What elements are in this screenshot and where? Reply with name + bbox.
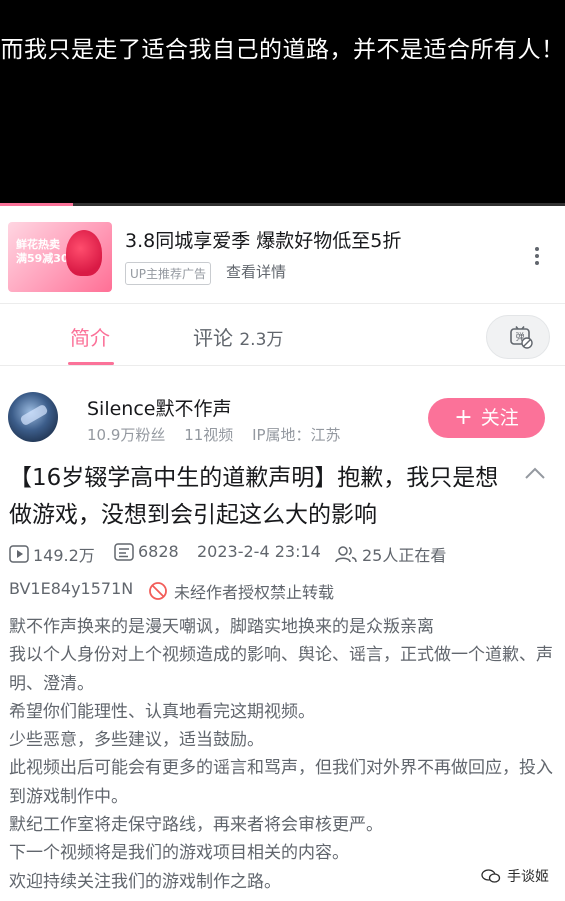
follow-button[interactable]: + 关注 [428,398,545,438]
views-stat: 149.2万 [9,542,95,566]
danmaku-count-icon [114,542,134,561]
description-line: 默不作声换来的是漫天嘲讽，脚踏实地换来的是众叛亲离 [9,617,434,637]
description-line: 此视频出后可能会有更多的谣言和骂声，但我们对外界不再做回应，投入到游戏制作中。 [9,758,553,807]
danmaku-off-icon: 弹 [510,326,533,349]
tab-intro[interactable]: 简介 [70,322,110,351]
ad-thumbnail[interactable]: 鲜花热卖 满59减30 [8,222,112,292]
no-repost-text: 未经作者授权禁止转载 [174,583,335,602]
watching-count: 25人正在看 [362,546,447,565]
avatar[interactable] [8,392,58,442]
tab-comments-label: 评论 [193,326,233,350]
tab-comments[interactable]: 评论 2.3万 [193,322,283,351]
watching-stat: 25人正在看 [334,542,446,566]
tab-active-indicator [68,362,114,365]
video-player[interactable]: 而我只是走了适合我自己的道路，并不是适合所有人！ [0,0,565,206]
people-icon [335,546,357,563]
flower-bouquet-image [66,230,102,276]
ad-banner[interactable]: 鲜花热卖 满59减30 3.8同城享爱季 爆款好物低至5折 UP主推荐广告 查看… [0,206,565,304]
content-tabs: 简介 评论 2.3万 弹 [0,304,565,366]
ad-details-link[interactable]: 查看详情 [226,261,286,282]
ad-title[interactable]: 3.8同城享爱季 爆款好物低至5折 [125,226,401,253]
ad-tag-badge: UP主推荐广告 [125,262,212,285]
chevron-up-icon[interactable] [524,466,546,480]
description-line: 默纪工作室将走保守路线，再来者将会审核更严。 [9,815,383,836]
watermark: 手谈姬 [477,864,553,888]
author-videos: 11视频 [184,426,234,444]
video-title: 【16岁辍学高中生的道歉声明】抱歉，我只是想做游戏，没想到会引起这么大的影响 [9,465,499,528]
author-meta: 10.9万粉丝 11视频 IP属地：江苏 [87,424,355,445]
danmaku-stat: 6828 [114,542,179,561]
wechat-icon [481,869,501,883]
more-vertical-icon[interactable] [527,244,547,268]
play-count-icon [9,545,29,563]
description-line: 希望你们能理性、认真地看完这期视频。 [9,701,315,722]
description-line: 欢迎持续关注我们的游戏制作之路。 [9,871,281,892]
description-line: 下一个视频将是我们的游戏项目相关的内容。 [9,843,349,864]
views-count: 149.2万 [33,546,95,565]
bvid: BV1E84y1571N [9,579,134,598]
danmaku-toggle-button[interactable]: 弹 [486,315,550,359]
ad-thumb-text: 鲜花热卖 满59减30 [16,238,69,265]
plus-icon: + [454,405,473,430]
danmaku-count: 6828 [138,542,179,561]
author-name[interactable]: Silence默不作声 [87,394,232,421]
description-line: 我以个人身份对上个视频造成的影响、舆论、谣言，正式做一个道歉、声明、澄清。 [9,645,553,694]
video-subtitle: 而我只是走了适合我自己的道路，并不是适合所有人！ [0,37,565,63]
publish-date: 2023-2-4 23:14 [197,542,321,561]
description-line: 少些恶意，多些建议，适当鼓励。 [9,730,264,751]
no-repost-notice: 未经作者授权禁止转载 [148,579,334,603]
follow-label: 关注 [480,407,519,429]
tab-comments-count: 2.3万 [239,330,284,350]
author-row: Silence默不作声 10.9万粉丝 11视频 IP属地：江苏 + 关注 [0,380,565,450]
video-description: 默不作声换来的是漫天嘲讽，脚踏实地换来的是众叛亲离 我以个人身份对上个视频造成的… [9,613,557,896]
watermark-label: 手谈姬 [507,869,549,885]
forbidden-icon [149,582,167,600]
author-ip: IP属地：江苏 [252,426,341,444]
author-fans: 10.9万粉丝 [87,426,166,444]
